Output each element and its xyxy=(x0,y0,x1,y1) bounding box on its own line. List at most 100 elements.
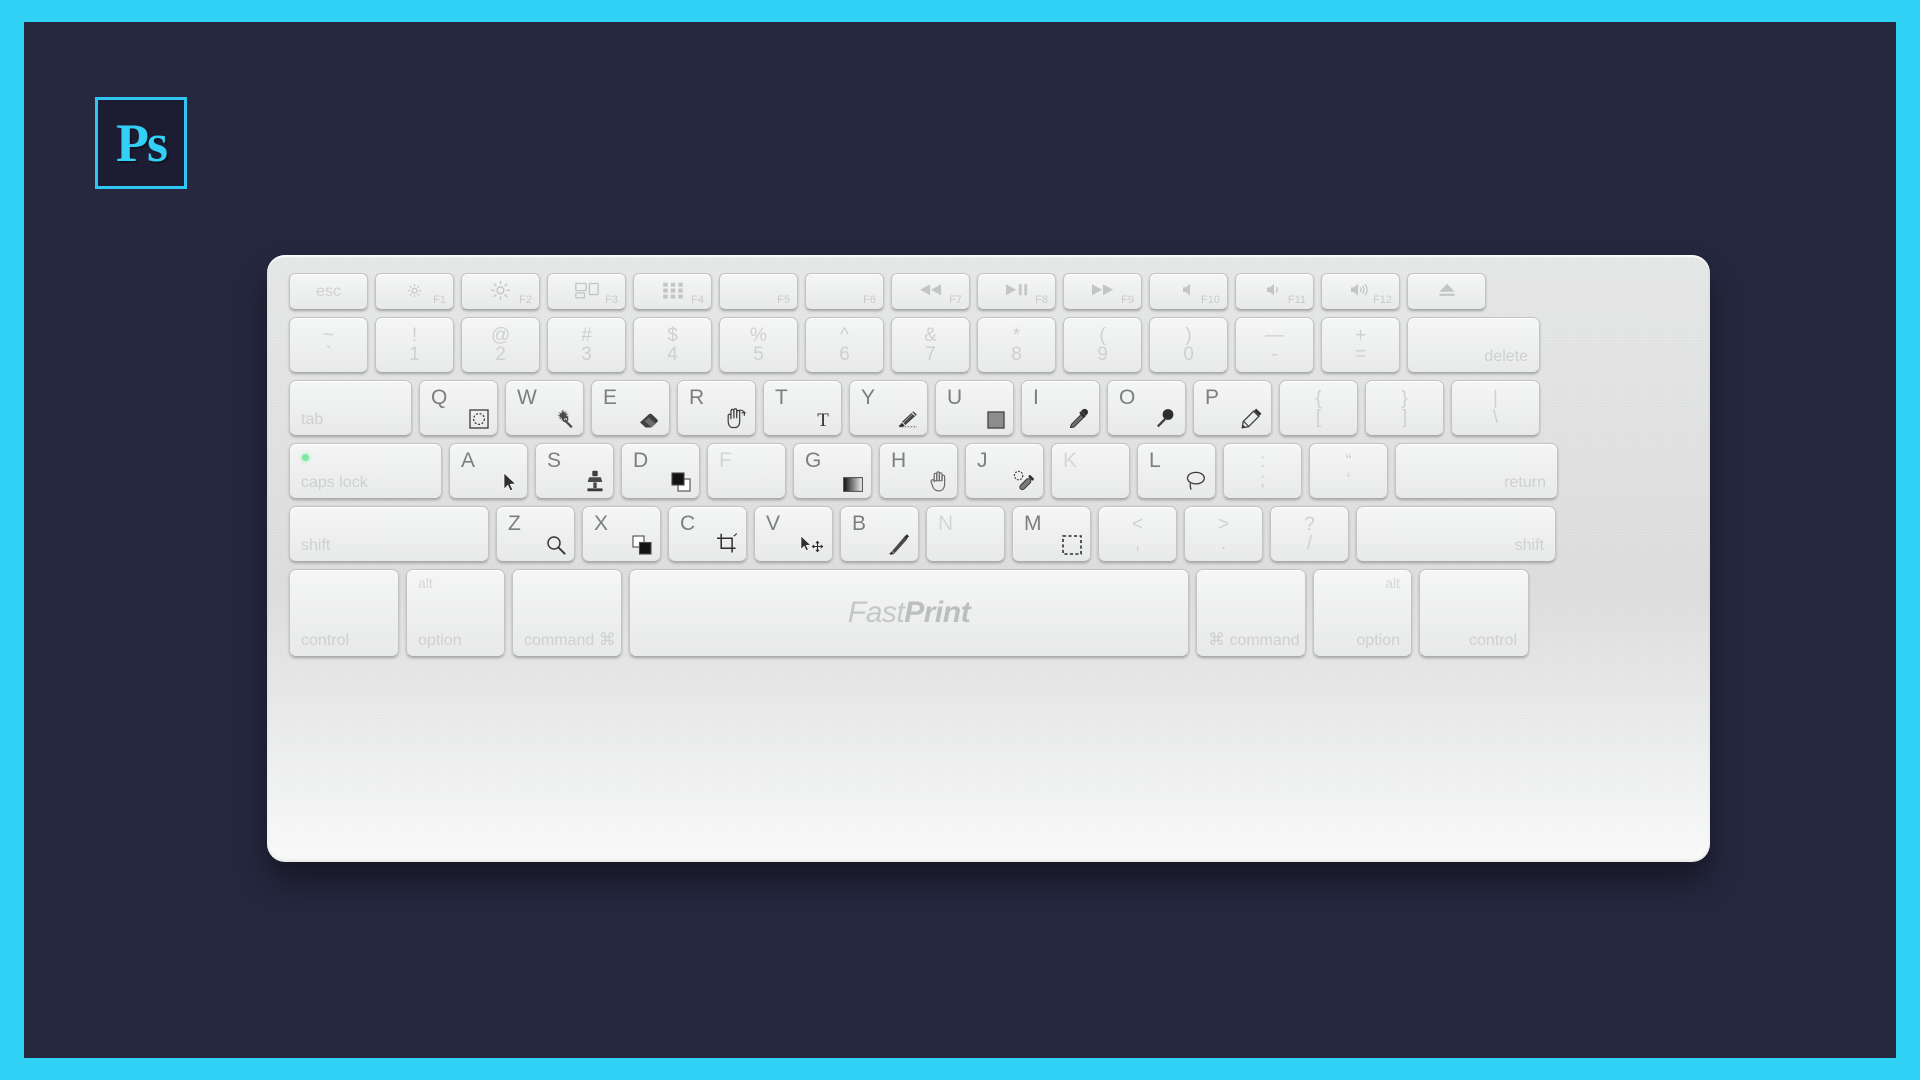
key-5[interactable]: % 5 xyxy=(719,317,798,373)
key-shift-right[interactable]: shift xyxy=(1356,506,1556,562)
key-p[interactable]: P xyxy=(1193,380,1272,436)
keyboard-row-home: caps lock A S D F G H J K L: ; “ ‘ retu… xyxy=(289,443,1688,499)
key-q[interactable]: Q xyxy=(419,380,498,436)
key-y[interactable]: Y xyxy=(849,380,928,436)
key-r[interactable]: R xyxy=(677,380,756,436)
key-2[interactable]: @ 2 xyxy=(461,317,540,373)
eraser-icon xyxy=(637,405,661,429)
key-f5[interactable]: F5 xyxy=(719,273,798,310)
key-slash[interactable]: ? / xyxy=(1270,506,1349,562)
key-f9[interactable]: F9 xyxy=(1063,273,1142,310)
key-z[interactable]: Z xyxy=(496,506,575,562)
key-g[interactable]: G xyxy=(793,443,872,499)
keyboard[interactable]: esc F1 F2 F3 F4 F5 F6 F7 F8 F9 F10 F11 F… xyxy=(267,255,1710,862)
key-quote[interactable]: “ ‘ xyxy=(1309,443,1388,499)
key-i[interactable]: I xyxy=(1021,380,1100,436)
key-f[interactable]: F xyxy=(707,443,786,499)
key-x[interactable]: X xyxy=(582,506,661,562)
key-command-left[interactable]: command ⌘ xyxy=(512,569,622,657)
key-return[interactable]: return xyxy=(1395,443,1558,499)
key-4[interactable]: $ 4 xyxy=(633,317,712,373)
key-u-letter: U xyxy=(947,386,963,409)
key-f7[interactable]: F7 xyxy=(891,273,970,310)
key-j[interactable]: J xyxy=(965,443,1044,499)
key-k[interactable]: K xyxy=(1051,443,1130,499)
key-control-right[interactable]: control xyxy=(1419,569,1529,657)
key-s[interactable]: S xyxy=(535,443,614,499)
key-m[interactable]: M xyxy=(1012,506,1091,562)
key-a[interactable]: A xyxy=(449,443,528,499)
key-f4[interactable]: F4 xyxy=(633,273,712,310)
key-bracket-left[interactable]: { [ xyxy=(1279,380,1358,436)
key-v[interactable]: V xyxy=(754,506,833,562)
key-t[interactable]: T T xyxy=(763,380,842,436)
key-f9-fnlabel: F9 xyxy=(1121,294,1134,306)
key-backtick[interactable]: ~ ` xyxy=(289,317,368,373)
key-6[interactable]: ^ 6 xyxy=(805,317,884,373)
keyboard-row-function: esc F1 F2 F3 F4 F5 F6 F7 F8 F9 F10 F11 F… xyxy=(289,273,1688,310)
key-minus-top: — xyxy=(1265,325,1284,346)
key-f1-fnlabel: F1 xyxy=(433,294,446,306)
key-backslash[interactable]: | \ xyxy=(1451,380,1540,436)
key-8-bottom: 8 xyxy=(1011,344,1022,365)
marquee-icon xyxy=(1058,531,1082,555)
key-tab[interactable]: tab xyxy=(289,380,412,436)
key-command-right-label-group: ⌘ command xyxy=(1208,630,1300,650)
key-shift-left[interactable]: shift xyxy=(289,506,489,562)
photoshop-logo: Ps xyxy=(95,97,187,189)
key-5-top: % xyxy=(750,325,767,346)
key-e[interactable]: E xyxy=(591,380,670,436)
key-o[interactable]: O xyxy=(1107,380,1186,436)
key-bracket-right[interactable]: } ] xyxy=(1365,380,1444,436)
key-f11[interactable]: F11 xyxy=(1235,273,1314,310)
key-command-left-label-group: command ⌘ xyxy=(524,630,616,650)
key-minus[interactable]: — - xyxy=(1235,317,1314,373)
key-d[interactable]: D xyxy=(621,443,700,499)
key-c[interactable]: C xyxy=(668,506,747,562)
key-shift-left-label: shift xyxy=(301,537,331,555)
key-f2[interactable]: F2 xyxy=(461,273,540,310)
key-w[interactable]: W xyxy=(505,380,584,436)
key-option-right[interactable]: alt option xyxy=(1313,569,1412,657)
key-period-top: > xyxy=(1217,514,1230,535)
key-comma[interactable]: < , xyxy=(1098,506,1177,562)
key-semicolon-top: : xyxy=(1259,451,1266,472)
key-u[interactable]: U xyxy=(935,380,1014,436)
key-control-left[interactable]: control xyxy=(289,569,399,657)
key-caps-lock[interactable]: caps lock xyxy=(289,443,442,499)
key-eject[interactable] xyxy=(1407,273,1486,310)
key-3-bottom: 3 xyxy=(581,344,592,365)
swap-colors-icon xyxy=(628,531,652,555)
key-option-left-label: option xyxy=(418,632,462,650)
key-esc[interactable]: esc xyxy=(289,273,368,310)
key-space[interactable]: Fast Print xyxy=(629,569,1189,657)
key-f1[interactable]: F1 xyxy=(375,273,454,310)
key-f10-fnlabel: F10 xyxy=(1201,294,1220,306)
key-9-top: ( xyxy=(1099,325,1106,346)
key-8[interactable]: * 8 xyxy=(977,317,1056,373)
key-n[interactable]: N xyxy=(926,506,1005,562)
key-f12[interactable]: F12 xyxy=(1321,273,1400,310)
key-7[interactable]: & 7 xyxy=(891,317,970,373)
key-0[interactable]: ) 0 xyxy=(1149,317,1228,373)
key-l[interactable]: L xyxy=(1137,443,1216,499)
key-equals-top: + xyxy=(1354,325,1367,346)
key-9[interactable]: ( 9 xyxy=(1063,317,1142,373)
key-semicolon[interactable]: : ; xyxy=(1223,443,1302,499)
key-f8[interactable]: F8 xyxy=(977,273,1056,310)
path-selection-icon xyxy=(495,468,519,492)
key-option-left[interactable]: alt option xyxy=(406,569,505,657)
key-f10[interactable]: F10 xyxy=(1149,273,1228,310)
key-delete[interactable]: delete xyxy=(1407,317,1540,373)
key-period[interactable]: > . xyxy=(1184,506,1263,562)
key-1[interactable]: ! 1 xyxy=(375,317,454,373)
key-equals[interactable]: + = xyxy=(1321,317,1400,373)
key-h[interactable]: H xyxy=(879,443,958,499)
key-3[interactable]: # 3 xyxy=(547,317,626,373)
key-b[interactable]: B xyxy=(840,506,919,562)
move-icon xyxy=(800,531,824,555)
key-command-right[interactable]: ⌘ command xyxy=(1196,569,1306,657)
key-f6[interactable]: F6 xyxy=(805,273,884,310)
key-f3[interactable]: F3 xyxy=(547,273,626,310)
key-f4-fnlabel: F4 xyxy=(691,294,704,306)
